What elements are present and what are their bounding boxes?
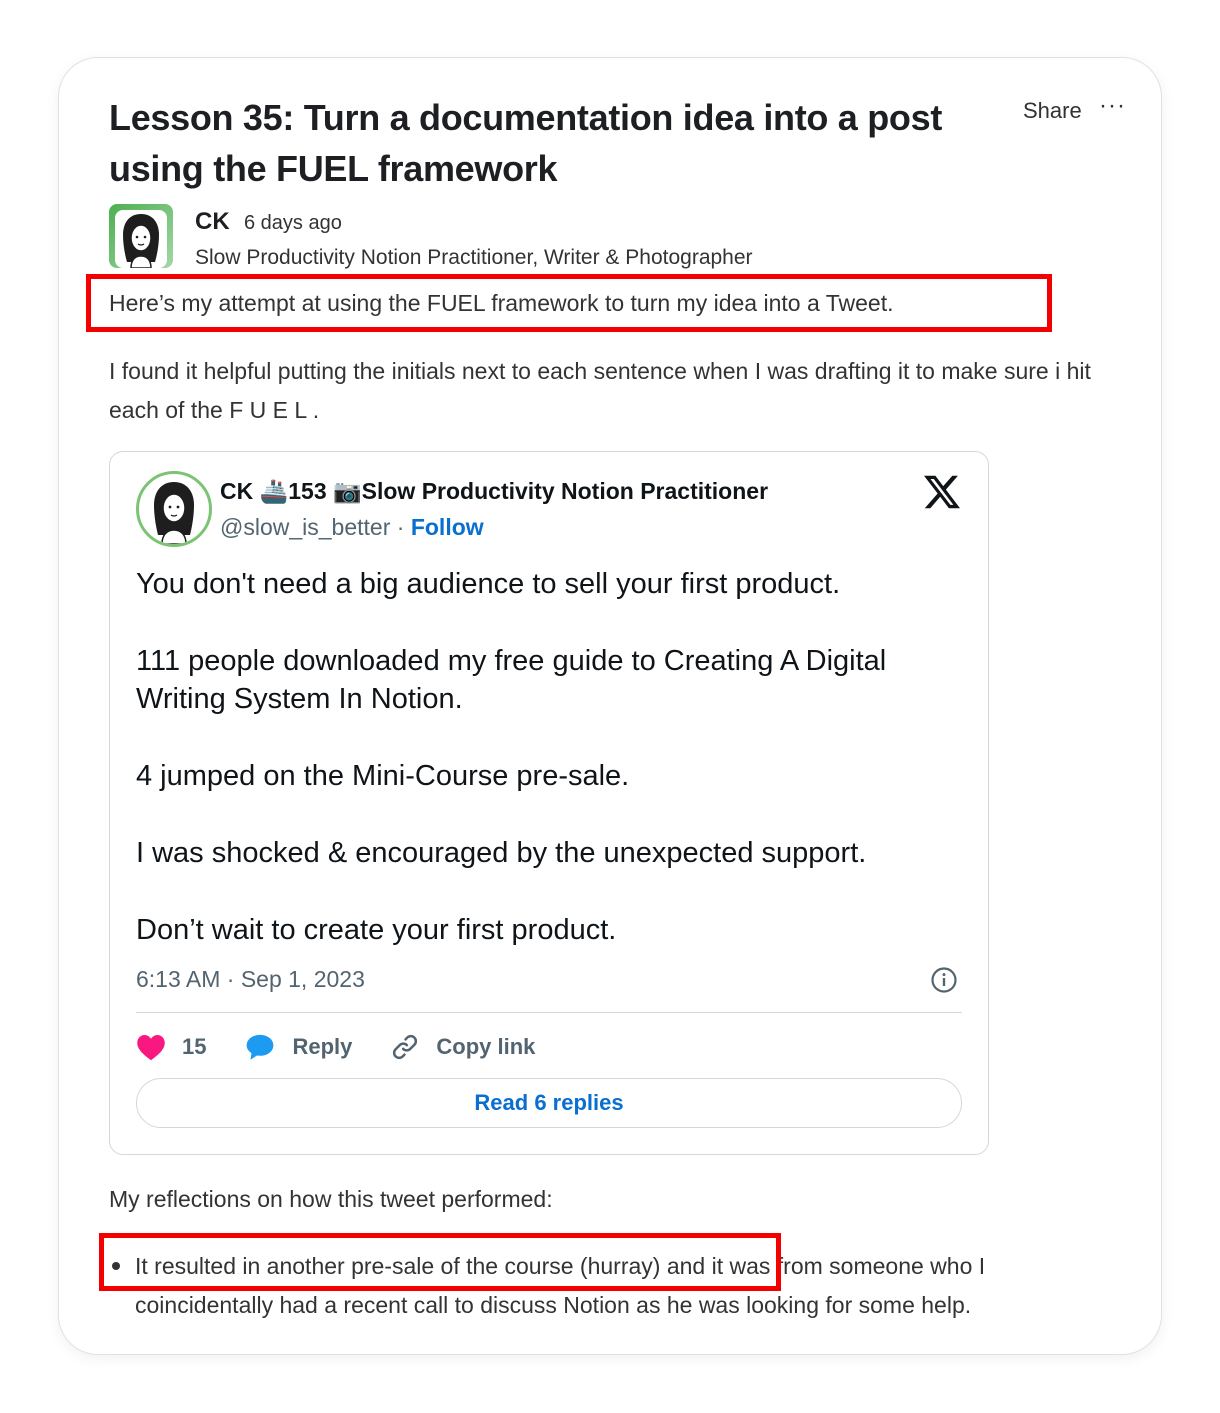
- reply-label: Reply: [292, 1034, 353, 1059]
- like-button[interactable]: 15: [136, 1033, 206, 1061]
- tweet-line: I was shocked & encouraged by the unexpe…: [136, 837, 867, 869]
- more-options-button[interactable]: ···: [1099, 92, 1126, 120]
- highlight-box: [99, 1233, 781, 1291]
- info-icon[interactable]: [930, 966, 958, 994]
- read-replies-button[interactable]: Read 6 replies: [136, 1078, 962, 1128]
- link-icon: [393, 1034, 418, 1060]
- tweet-handle-line: @slow_is_better · Follow: [220, 514, 484, 541]
- highlight-box: [86, 274, 1052, 332]
- x-logo-icon[interactable]: [924, 474, 960, 510]
- author-bio: Slow Productivity Notion Practitioner, W…: [195, 246, 753, 269]
- tweet-text: You don't need a big audience to sell yo…: [136, 565, 966, 988]
- author-name[interactable]: CK: [195, 208, 230, 236]
- tweet-divider: [136, 1012, 962, 1013]
- copy-link-label: Copy link: [436, 1034, 536, 1059]
- reply-bubble-icon: [247, 1034, 274, 1060]
- tweet-line: You don't need a big audience to sell yo…: [136, 568, 841, 600]
- follow-button[interactable]: Follow: [411, 514, 484, 540]
- like-count: 15: [182, 1034, 207, 1059]
- tweet-embed[interactable]: CK 🚢153 📷Slow Productivity Notion Practi…: [109, 451, 989, 1155]
- avatar-illustration-icon: [115, 210, 167, 268]
- tweet-line: 111 people downloaded my free guide to C…: [136, 645, 887, 715]
- tweet-line: 4 jumped on the Mini-Course pre-sale.: [136, 760, 630, 792]
- reply-button[interactable]: Reply: [244, 1033, 352, 1061]
- tweet-line: Don’t wait to create your first product.: [136, 914, 617, 946]
- tweet-display-name[interactable]: CK 🚢153 📷Slow Productivity Notion Practi…: [220, 478, 768, 505]
- body-paragraph: I found it helpful putting the initials …: [109, 358, 1091, 423]
- tweet-handle[interactable]: @slow_is_better: [220, 514, 390, 540]
- post-time-ago: 6 days ago: [244, 212, 342, 234]
- handle-separator: ·: [390, 514, 411, 540]
- author-avatar[interactable]: [109, 204, 173, 268]
- avatar-illustration-icon: [154, 482, 194, 544]
- tweet-avatar[interactable]: [136, 471, 212, 547]
- post-title: Lesson 35: Turn a documentation idea int…: [109, 97, 943, 189]
- share-button[interactable]: Share: [1023, 98, 1082, 124]
- post-card: Lesson 35: Turn a documentation idea int…: [58, 57, 1162, 1355]
- reflections-heading: My reflections on how this tweet perform…: [109, 1186, 553, 1212]
- copy-link-button[interactable]: Copy link: [390, 1032, 535, 1062]
- tweet-timestamp[interactable]: 6:13 AM · Sep 1, 2023: [136, 966, 365, 993]
- tweet-actions: 15 Reply Copy link: [136, 1030, 573, 1064]
- heart-icon: [137, 1035, 165, 1061]
